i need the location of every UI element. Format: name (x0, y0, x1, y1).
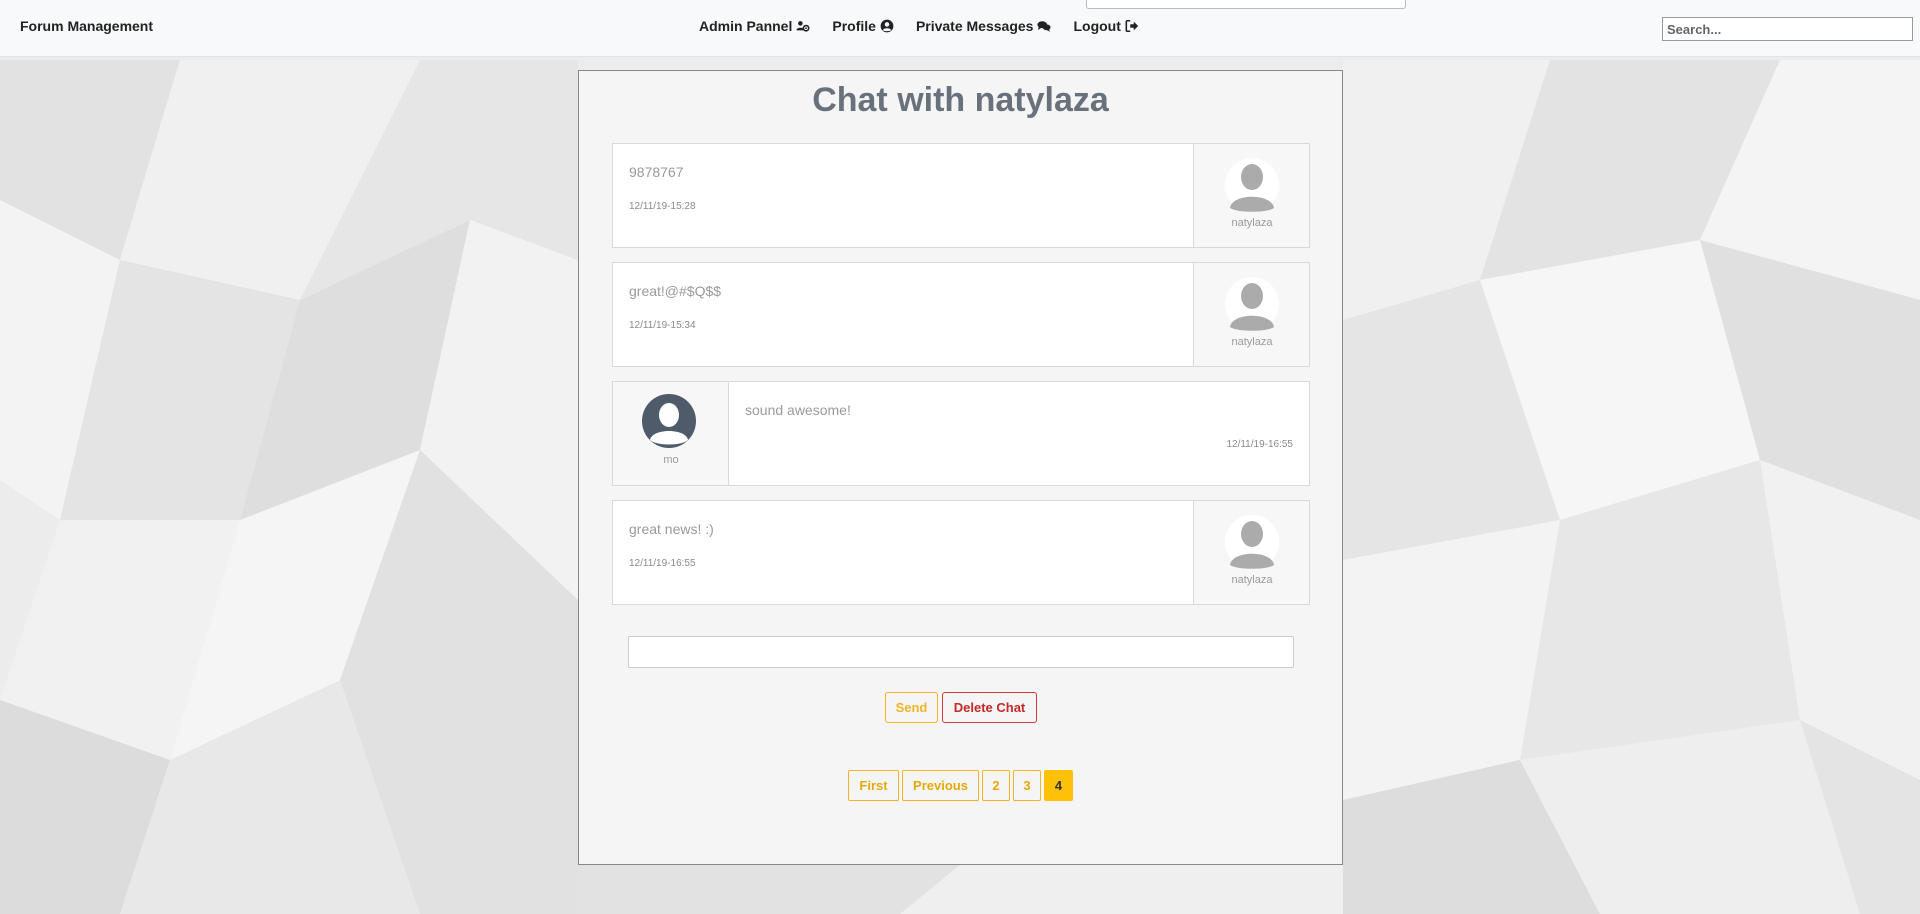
nav-private-messages[interactable]: Private Messages (916, 18, 1052, 34)
top-navbar: Forum Management Admin Pannel Profile Pr… (0, 0, 1920, 57)
page-previous-button[interactable]: Previous (902, 770, 979, 801)
page-first-button[interactable]: First (848, 770, 899, 801)
search-input[interactable] (1662, 17, 1913, 41)
nav-admin-pannel-label: Admin Pannel (699, 18, 793, 34)
nav-logout-label: Logout (1073, 18, 1121, 34)
page-3-button[interactable]: 3 (1013, 770, 1041, 801)
page-title: Chat with natylaza (812, 81, 1109, 119)
message-time: 12/11/19-16:55 (629, 558, 696, 569)
message-text: great!@#$Q$$ (629, 283, 722, 299)
page-2-button[interactable]: 2 (982, 770, 1010, 801)
message-body: great!@#$Q$$ 12/11/19-15:34 (613, 263, 1193, 366)
message-item: great!@#$Q$$ 12/11/19-15:34 natylaza (612, 262, 1310, 367)
message-text: great news! :) (629, 521, 714, 537)
avatar (1225, 158, 1279, 212)
message-body: sound awesome! 12/11/19-16:55 (729, 382, 1309, 485)
pagination: First Previous 2 3 4 (848, 770, 1073, 801)
message-text: sound awesome! (745, 402, 851, 418)
brand-link[interactable]: Forum Management (20, 18, 153, 34)
message-item: mo sound awesome! 12/11/19-16:55 (612, 381, 1310, 486)
message-time: 12/11/19-15:34 (629, 320, 696, 331)
delete-chat-button[interactable]: Delete Chat (942, 692, 1037, 723)
message-author: natylaza (1193, 501, 1309, 604)
message-text: 9878767 (629, 164, 684, 180)
nav-admin-pannel[interactable]: Admin Pannel (699, 18, 810, 34)
author-name: mo (663, 454, 679, 466)
nav-profile[interactable]: Profile (832, 18, 894, 34)
chat-actions: Send Delete Chat (885, 692, 1037, 723)
message-body: great news! :) 12/11/19-16:55 (613, 501, 1193, 604)
nav-links: Admin Pannel Profile Private Messages Lo… (699, 18, 1139, 34)
avatar (1225, 277, 1279, 331)
author-name: natylaza (1231, 574, 1273, 586)
message-body: 9878767 12/11/19-15:28 (613, 144, 1193, 247)
author-name: natylaza (1231, 336, 1273, 348)
nav-private-messages-label: Private Messages (915, 18, 1034, 34)
avatar (642, 394, 696, 448)
message-author: natylaza (1193, 144, 1309, 247)
avatar (1225, 515, 1279, 569)
message-input[interactable] (628, 636, 1294, 668)
sign-out-icon (1125, 19, 1139, 33)
message-item: great news! :) 12/11/19-16:55 natylaza (612, 500, 1310, 605)
message-author: natylaza (1193, 263, 1309, 366)
author-name: natylaza (1231, 217, 1273, 229)
send-button[interactable]: Send (885, 692, 938, 723)
nav-profile-label: Profile (832, 18, 876, 34)
message-time: 12/11/19-16:55 (1226, 439, 1293, 450)
users-cog-icon (796, 21, 810, 32)
message-author: mo (613, 382, 729, 485)
page-4-button[interactable]: 4 (1044, 770, 1073, 801)
comments-icon (1037, 21, 1052, 32)
message-item: 9878767 12/11/19-15:28 natylaza (612, 143, 1310, 248)
nav-logout[interactable]: Logout (1073, 18, 1139, 34)
message-time: 12/11/19-15:28 (629, 201, 696, 212)
user-circle-icon (880, 19, 894, 33)
dropdown-menu-edge (1086, 0, 1406, 9)
chat-panel: Chat with natylaza 9878767 12/11/19-15:2… (578, 70, 1343, 865)
